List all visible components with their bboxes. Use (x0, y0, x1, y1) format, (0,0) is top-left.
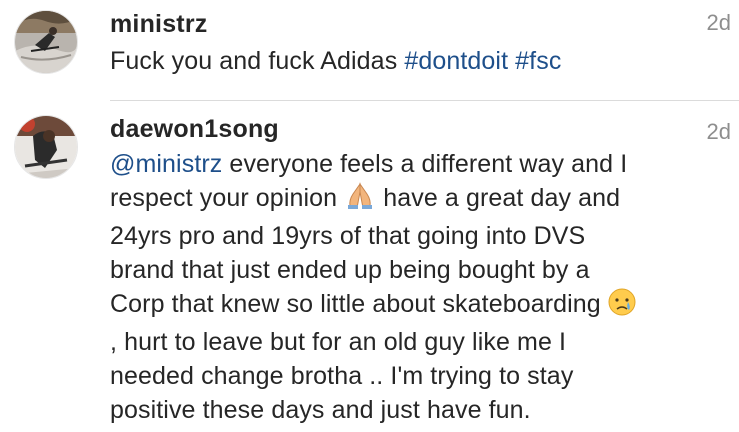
comment-text-span: have a great day and (376, 184, 621, 212)
comment-line: needed change brotha .. I'm trying to st… (110, 362, 574, 390)
comment-text-plain: Fuck you and fuck Adidas (110, 47, 405, 75)
comment-text: Fuck you and fuck Adidas #dontdoit #fsc (110, 44, 710, 78)
comment-line: 24yrs pro and 19yrs of that going into D… (110, 222, 586, 250)
mention-link[interactable]: @ministrz (110, 150, 222, 178)
hashtag-link[interactable]: #dontdoit (404, 47, 508, 75)
skateboarder-avatar-icon (15, 11, 77, 73)
comment-timestamp: 2d (706, 119, 731, 144)
comment-line: brand that just ended up being bought by… (110, 256, 590, 284)
comment-timestamp: 2d (706, 10, 731, 35)
comment-text-span: Corp that knew so little about skateboar… (110, 290, 608, 318)
comment-line: , hurt to leave but for an old guy like … (110, 328, 567, 356)
avatar[interactable] (14, 115, 78, 179)
comment-username[interactable]: ministrz (110, 10, 207, 39)
comment-item: daewon1song 2d @ministrz everyone feels … (0, 101, 739, 432)
comment-text-span: respect your opinion (110, 184, 345, 212)
comment-line: Corp that knew so little about skateboar… (110, 287, 710, 325)
comment-line: positive these days and just have fun. (110, 396, 531, 424)
hashtag-link[interactable]: #fsc (515, 47, 561, 75)
avatar[interactable] (14, 10, 78, 74)
crying-face-emoji-icon (608, 288, 636, 325)
comment-text: @ministrz everyone feels a different way… (110, 147, 710, 427)
comment-text-span: everyone feels a different way and I (222, 150, 628, 178)
folded-hands-emoji-icon (344, 182, 376, 219)
comment-username[interactable]: daewon1song (110, 115, 279, 144)
comment-line: respect your opinion have a great day an… (110, 181, 710, 219)
comment-line: @ministrz everyone feels a different way… (110, 147, 710, 181)
comment-item: ministrz 2d Fuck you and fuck Adidas #do… (0, 0, 739, 101)
skater-avatar-icon (15, 116, 77, 178)
